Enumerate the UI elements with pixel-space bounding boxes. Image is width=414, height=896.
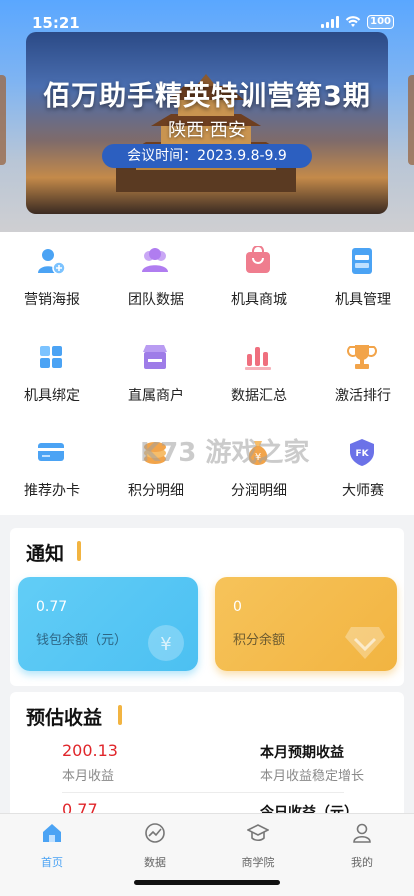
- user-add-icon: [38, 249, 66, 275]
- tab-label: 首页: [41, 856, 63, 869]
- carousel-next-peek[interactable]: [408, 75, 414, 165]
- tab-business-school[interactable]: 商学院: [228, 822, 288, 870]
- banner-title: 佰万助手精英特训营第3期: [43, 81, 371, 112]
- function-grid: 营销海报 团队数据 机具商城 机具管理 机具绑定 直属商户 数据汇总 激活排行 …: [0, 232, 414, 515]
- svg-text:FK: FK: [355, 449, 369, 459]
- store-icon: [143, 345, 167, 369]
- home-icon: [43, 824, 61, 842]
- grid-label: 团队数据: [128, 292, 184, 308]
- tab-data[interactable]: 数据: [125, 822, 185, 870]
- grid-label: 大师赛: [342, 483, 384, 499]
- diamond-icon: [345, 627, 385, 659]
- graduation-cap-icon: [246, 824, 270, 842]
- wallet-label: 钱包余额（元）: [36, 633, 128, 648]
- tab-home[interactable]: 首页: [22, 822, 82, 870]
- grid-label: 激活排行: [335, 388, 391, 404]
- month-earnings-label: 本月收益: [62, 769, 115, 784]
- grid-item-direct-merchants[interactable]: 直属商户: [104, 342, 208, 422]
- divider: [62, 792, 344, 793]
- grid-label: 机具管理: [335, 292, 391, 308]
- wifi-icon: [345, 16, 361, 27]
- grid-item-recommend-card[interactable]: 推荐办卡: [0, 437, 104, 517]
- bind-icon: [40, 346, 62, 368]
- tab-profile[interactable]: 我的: [332, 822, 392, 870]
- grid-item-activation-ranking[interactable]: 激活排行: [311, 342, 414, 422]
- points-amount: 0: [233, 599, 242, 615]
- banner-date-pill: 会议时间：2023.9.8-9.9: [102, 144, 312, 168]
- grid-label: 营销海报: [24, 292, 80, 308]
- month-forecast-title: 本月预期收益: [260, 745, 344, 761]
- chart-icon: [145, 823, 165, 843]
- wallet-amount: 0.77: [36, 599, 68, 615]
- points-balance-card[interactable]: 0 积分余额: [215, 577, 397, 671]
- banner-location: 陕西·西安: [168, 120, 246, 141]
- grid-label: 分润明细: [231, 483, 287, 499]
- grid-item-masters[interactable]: FK 大师赛: [311, 437, 414, 517]
- tab-label: 我的: [351, 856, 373, 869]
- trophy-icon: [347, 345, 377, 369]
- grid-item-team-data[interactable]: 团队数据: [104, 246, 208, 326]
- watermark: K73 游戏之家: [140, 438, 310, 468]
- status-icons: 100: [321, 15, 394, 29]
- svg-text:¥: ¥: [160, 634, 171, 655]
- title-accent-bar: [77, 541, 81, 561]
- grid-label: 推荐办卡: [24, 483, 80, 499]
- signal-icon: [321, 16, 340, 28]
- points-label: 积分余额: [233, 633, 286, 648]
- profile-icon: [353, 823, 371, 843]
- stack-icon: [352, 248, 372, 274]
- month-forecast-subtitle: 本月收益稳定增长: [260, 769, 365, 784]
- home-indicator[interactable]: [134, 880, 280, 885]
- shopping-bag-icon: [246, 246, 270, 273]
- grid-label: 机具绑定: [24, 388, 80, 404]
- team-icon: [142, 248, 168, 272]
- month-earnings-value: 200.13: [62, 741, 118, 760]
- grid-label: 机具商城: [231, 292, 287, 308]
- carousel-prev-peek[interactable]: [0, 75, 6, 165]
- card-icon: [38, 443, 64, 461]
- event-banner[interactable]: 佰万助手精英特训营第3期 陕西·西安 会议时间：2023.9.8-9.9: [26, 32, 388, 214]
- shield-icon: FK: [350, 439, 374, 466]
- grid-item-data-summary[interactable]: 数据汇总: [207, 342, 311, 422]
- title-accent-bar: [118, 705, 122, 725]
- grid-label: 积分明细: [128, 483, 184, 499]
- money-bag-icon: ¥: [148, 625, 184, 661]
- earnings-title: 预估收益: [26, 707, 103, 729]
- grid-item-marketing-poster[interactable]: 营销海报: [0, 246, 104, 326]
- grid-label: 数据汇总: [231, 388, 287, 404]
- grid-item-device-mall[interactable]: 机具商城: [207, 246, 311, 326]
- grid-item-device-manage[interactable]: 机具管理: [311, 246, 414, 326]
- tab-label: 数据: [144, 856, 166, 869]
- grid-label: 直属商户: [128, 388, 184, 404]
- notice-title: 通知: [26, 543, 65, 565]
- tab-label: 商学院: [241, 856, 275, 869]
- wallet-balance-card[interactable]: 0.77 钱包余额（元） ¥: [18, 577, 198, 671]
- grid-item-device-bind[interactable]: 机具绑定: [0, 342, 104, 422]
- bar-chart-icon: [245, 347, 271, 370]
- status-time: 15:21: [32, 14, 80, 32]
- battery-icon: 100: [367, 15, 394, 29]
